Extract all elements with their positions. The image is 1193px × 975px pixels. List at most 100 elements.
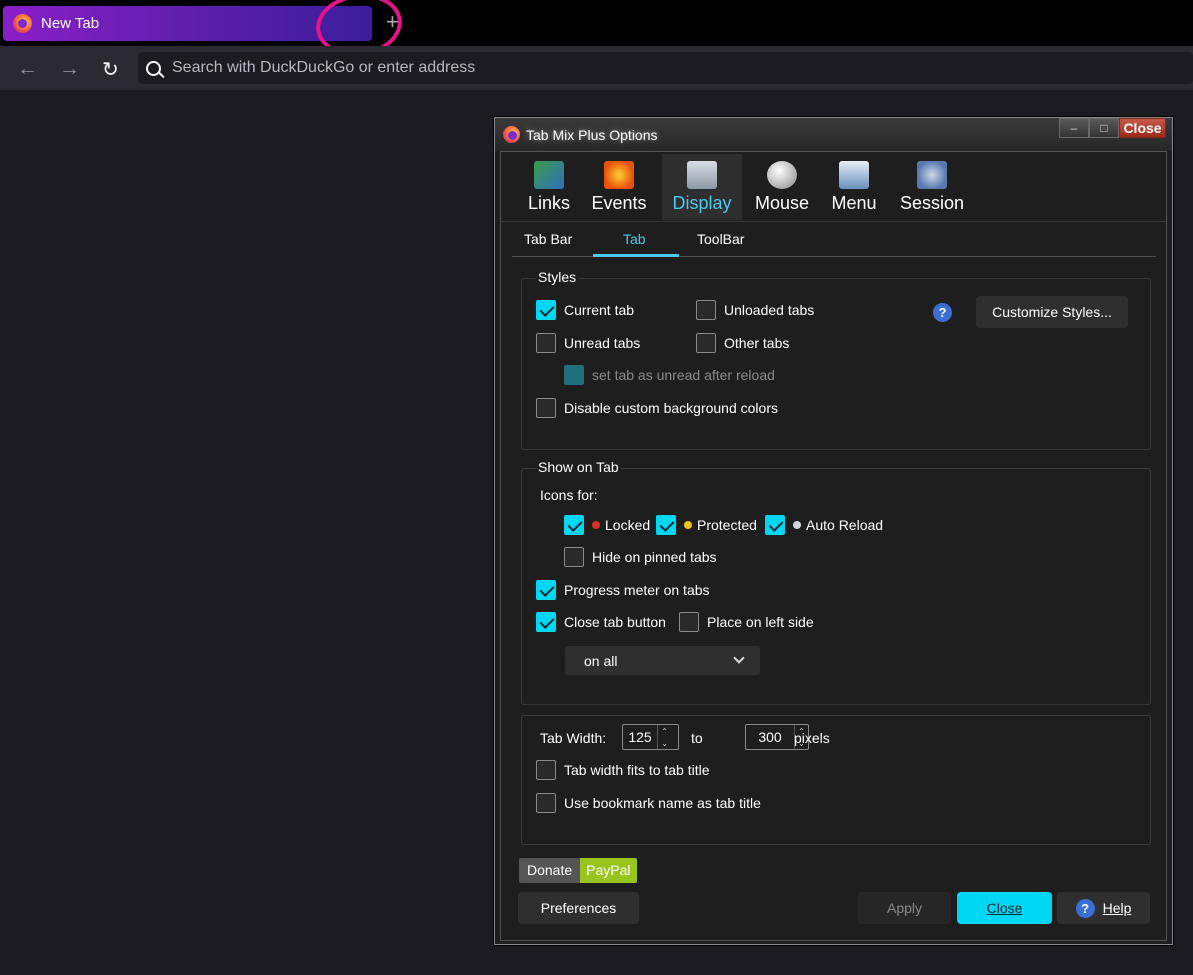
options-dialog: Tab Mix Plus Options ‒ □ Close Links Eve… xyxy=(494,117,1173,945)
subtab-tab-bar[interactable]: Tab Bar xyxy=(524,231,572,247)
category-toolbar: Links Events Display Mouse Menu Session xyxy=(501,152,1166,222)
auto-reload-checkbox[interactable] xyxy=(765,515,785,535)
back-button[interactable]: ← xyxy=(17,57,38,81)
styles-title: Styles xyxy=(536,269,579,285)
dialog-body: Links Events Display Mouse Menu Session xyxy=(500,151,1167,941)
apply-button[interactable]: Apply xyxy=(858,892,951,924)
set-unread-label: set tab as unread after reload xyxy=(592,367,775,383)
hide-pinned-option[interactable]: Hide on pinned tabs xyxy=(564,547,717,567)
display-subtabs: Tab Bar Tab ToolBar xyxy=(501,222,1166,257)
spin-down-icon[interactable]: ⌄ xyxy=(661,739,668,748)
toolbar-mouse-label: Mouse xyxy=(754,193,810,213)
unread-tabs-label: Unread tabs xyxy=(564,335,641,351)
customize-styles-button[interactable]: Customize Styles... xyxy=(976,296,1128,328)
menu-icon xyxy=(839,161,869,189)
tab-title: New Tab xyxy=(41,15,100,32)
forward-button[interactable]: → xyxy=(59,57,80,81)
fits-title-label: Tab width fits to tab title xyxy=(564,762,710,778)
left-side-label: Place on left side xyxy=(707,614,814,630)
close-button-select[interactable]: on all xyxy=(565,646,760,675)
toolbar-menu[interactable]: Menu xyxy=(830,154,878,220)
auto-reload-option[interactable]: Auto Reload xyxy=(765,515,883,535)
locked-option[interactable]: Locked xyxy=(564,515,650,535)
current-tab-checkbox[interactable] xyxy=(536,300,556,320)
toolbar-display-label: Display xyxy=(672,193,732,213)
url-bar[interactable]: Search with DuckDuckGo or enter address xyxy=(138,52,1193,84)
firefox-icon xyxy=(13,14,32,33)
donate-paypal-button[interactable]: Donate PayPal xyxy=(519,858,637,883)
other-tabs-label: Other tabs xyxy=(724,335,790,351)
styles-help-icon[interactable]: ? xyxy=(933,303,952,322)
hide-pinned-label: Hide on pinned tabs xyxy=(592,549,717,565)
display-icon xyxy=(687,161,717,189)
nav-bar: ← → ↻ Search with DuckDuckGo or enter ad… xyxy=(0,46,1193,90)
reload-button[interactable]: ↻ xyxy=(102,57,119,82)
protected-label: Protected xyxy=(697,517,757,533)
help-label: Help xyxy=(1102,900,1132,916)
toolbar-events[interactable]: Events xyxy=(589,154,649,220)
help-button[interactable]: ? Help xyxy=(1057,892,1150,924)
toolbar-mouse[interactable]: Mouse xyxy=(754,154,810,220)
donate-label: Donate xyxy=(519,858,581,883)
left-side-option[interactable]: Place on left side xyxy=(679,612,814,632)
close-tab-button-option[interactable]: Close tab button xyxy=(536,612,666,632)
tab-width-label: Tab Width: xyxy=(540,730,607,746)
progress-meter-checkbox[interactable] xyxy=(536,580,556,600)
dialog-titlebar[interactable]: Tab Mix Plus Options ‒ □ Close xyxy=(495,118,1172,151)
unread-tabs-option[interactable]: Unread tabs xyxy=(536,333,640,353)
tab-width-min-arrows[interactable]: ⌃ ⌄ xyxy=(657,725,671,749)
subtab-tab[interactable]: Tab xyxy=(623,231,646,247)
unloaded-tabs-option[interactable]: Unloaded tabs xyxy=(696,300,814,320)
minimize-button[interactable]: ‒ xyxy=(1059,118,1089,138)
toolbar-links[interactable]: Links xyxy=(523,154,575,220)
auto-reload-icon xyxy=(793,521,801,529)
protected-checkbox[interactable] xyxy=(656,515,676,535)
window-close-button[interactable]: Close xyxy=(1119,118,1166,138)
close-tab-button-label: Close tab button xyxy=(564,614,666,630)
close-button[interactable]: Close xyxy=(957,892,1052,924)
mouse-icon xyxy=(767,161,797,189)
unread-tabs-checkbox[interactable] xyxy=(536,333,556,353)
current-tab-option[interactable]: Current tab xyxy=(536,300,634,320)
progress-meter-option[interactable]: Progress meter on tabs xyxy=(536,580,710,600)
fits-title-option[interactable]: Tab width fits to tab title xyxy=(536,760,710,780)
unloaded-tabs-checkbox[interactable] xyxy=(696,300,716,320)
locked-icon xyxy=(592,521,600,529)
current-tab-label: Current tab xyxy=(564,302,635,318)
disable-bg-option[interactable]: Disable custom background colors xyxy=(536,398,778,418)
left-side-checkbox[interactable] xyxy=(679,612,699,632)
subtab-indicator xyxy=(593,254,679,257)
pixels-label: pixels xyxy=(794,730,830,746)
toolbar-session[interactable]: Session xyxy=(900,154,964,220)
new-tab-button[interactable]: + xyxy=(386,9,399,35)
other-tabs-option[interactable]: Other tabs xyxy=(696,333,789,353)
styles-group: Styles Current tab Unloaded tabs Unread … xyxy=(521,269,1151,450)
bookmark-name-checkbox[interactable] xyxy=(536,793,556,813)
search-icon xyxy=(146,60,161,76)
show-on-tab-group: Show on Tab Icons for: Locked Protected … xyxy=(521,459,1151,705)
subtab-toolbar[interactable]: ToolBar xyxy=(697,231,744,247)
events-icon xyxy=(604,161,634,189)
protected-shield-icon xyxy=(684,521,692,529)
protected-option[interactable]: Protected xyxy=(656,515,757,535)
spin-up-icon[interactable]: ⌃ xyxy=(661,727,668,736)
to-label: to xyxy=(691,730,703,746)
maximize-button[interactable]: □ xyxy=(1089,118,1119,138)
set-unread-checkbox xyxy=(564,365,584,385)
preferences-button[interactable]: Preferences xyxy=(518,892,639,924)
url-placeholder: Search with DuckDuckGo or enter address xyxy=(172,59,476,76)
hide-pinned-checkbox[interactable] xyxy=(564,547,584,567)
locked-checkbox[interactable] xyxy=(564,515,584,535)
toolbar-display[interactable]: Display xyxy=(662,154,742,220)
help-icon: ? xyxy=(1075,898,1095,918)
close-tab-button-checkbox[interactable] xyxy=(536,612,556,632)
tab-width-max-value: 300 xyxy=(758,729,782,745)
disable-bg-checkbox[interactable] xyxy=(536,398,556,418)
tab-width-min-spinner[interactable]: 125 ⌃ ⌄ xyxy=(622,724,679,750)
firefox-icon xyxy=(503,126,520,143)
toolbar-session-label: Session xyxy=(899,193,965,213)
fits-title-checkbox[interactable] xyxy=(536,760,556,780)
other-tabs-checkbox[interactable] xyxy=(696,333,716,353)
bookmark-name-option[interactable]: Use bookmark name as tab title xyxy=(536,793,761,813)
toolbar-links-label: Links xyxy=(527,193,571,213)
